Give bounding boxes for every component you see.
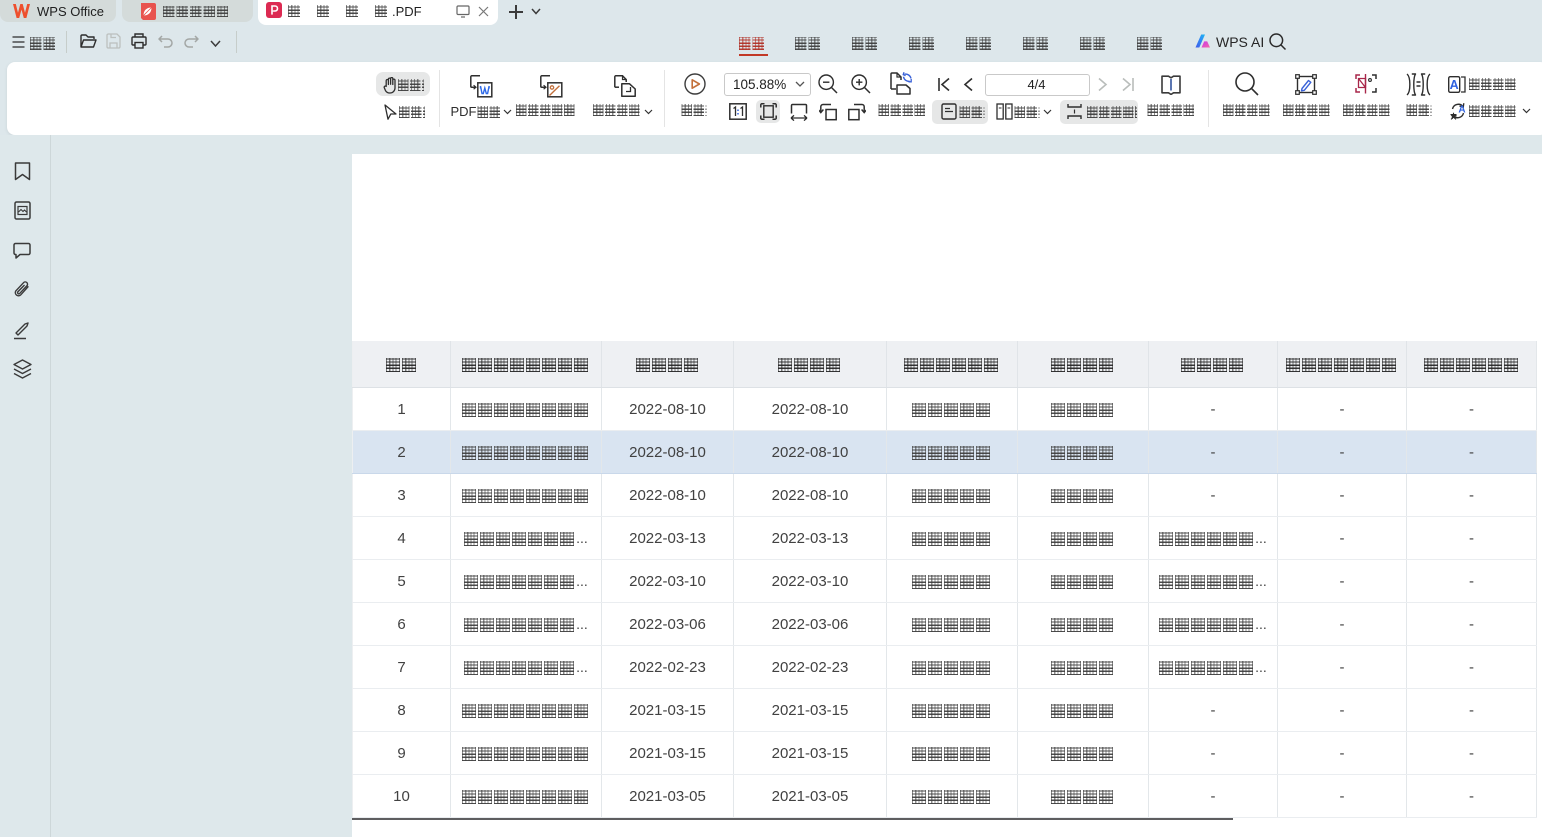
svg-text:A: A: [1458, 105, 1465, 116]
svg-text:A: A: [1450, 78, 1459, 92]
